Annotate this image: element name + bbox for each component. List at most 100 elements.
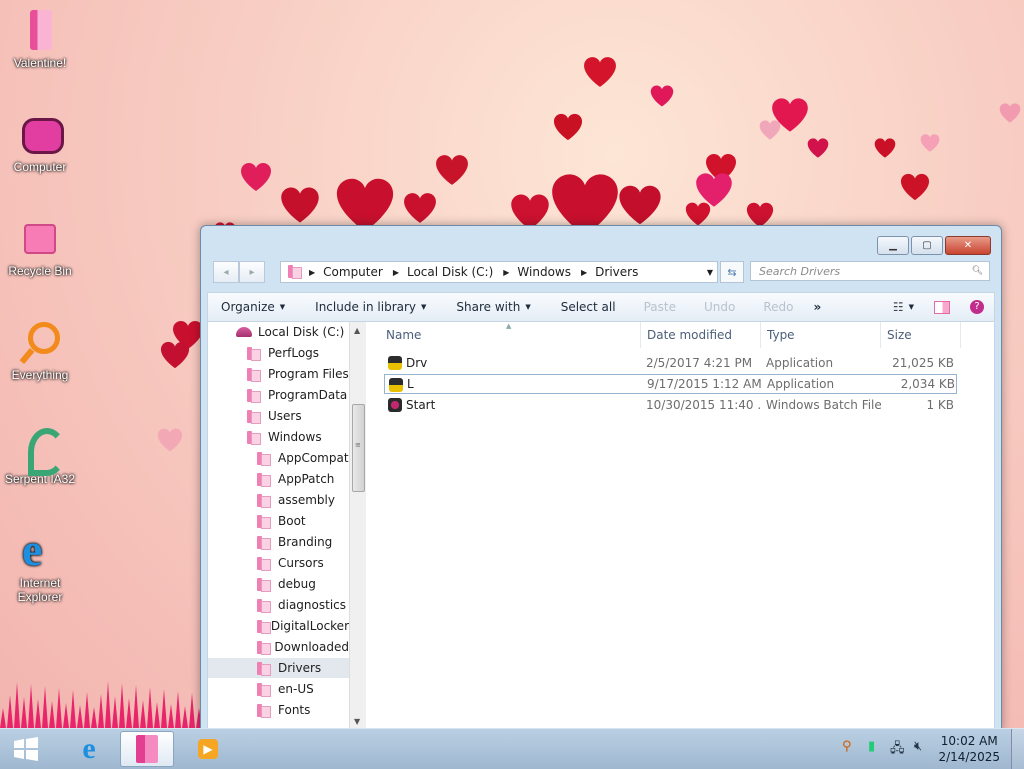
scroll-up-icon[interactable]: ▲ xyxy=(354,326,360,335)
file-size: 2,034 KB xyxy=(900,377,955,391)
file-row[interactable]: L 9/17/2015 1:12 AM Application 2,034 KB xyxy=(384,374,957,394)
select-all-button[interactable]: Select all xyxy=(551,300,626,314)
volume-muted-icon[interactable]: 🔇︎ xyxy=(914,739,922,754)
file-name: Start xyxy=(406,398,436,412)
maximize-button[interactable]: ▢ xyxy=(911,236,943,255)
tree-item[interactable]: assembly xyxy=(208,490,349,510)
change-view-button[interactable]: ☷ ▼ xyxy=(883,300,924,314)
breadcrumb-arrow-icon: ▶ xyxy=(309,267,316,277)
folder-icon xyxy=(256,493,271,508)
desktop-icon-label: Recycle Bin xyxy=(8,264,72,278)
network-icon[interactable]: 🖧︎ xyxy=(890,739,905,761)
media-player-icon: ▶ xyxy=(198,739,218,759)
command-bar: Organize ▼ Include in library ▼ Share with… xyxy=(207,292,995,322)
tree-item[interactable]: Windows xyxy=(208,427,349,447)
desktop-icon[interactable]: Valentine! xyxy=(4,8,76,70)
organize-button[interactable]: Organize ▼ xyxy=(208,300,295,314)
desktop-icon[interactable]: Computer xyxy=(4,112,76,174)
explorer-content: Local Disk (C:) PerfLogs Program Files Prog… xyxy=(207,321,995,731)
start-button[interactable] xyxy=(0,731,52,767)
tree-item[interactable]: en-US xyxy=(208,679,349,699)
heart-decoration xyxy=(160,340,190,370)
tree-item[interactable]: Users xyxy=(208,406,349,426)
tree-item[interactable]: Downloaded xyxy=(208,637,349,657)
paste-button[interactable]: Paste xyxy=(634,300,686,314)
undo-button[interactable]: Undo xyxy=(694,300,745,314)
tree-item[interactable]: Local Disk (C:) xyxy=(208,322,349,342)
breadcrumb-local-disk[interactable]: Local Disk (C:) xyxy=(407,265,493,279)
tree-item[interactable]: Fonts xyxy=(208,700,349,720)
navigation-bar: ◂ ▸ ▶ Computer ▶ Local Disk (C:) ▶ Windo… xyxy=(213,261,991,283)
tree-item[interactable]: diagnostics xyxy=(208,595,349,615)
folder-icon xyxy=(256,703,271,718)
tree-item[interactable]: Program Files xyxy=(208,364,349,384)
tree-item[interactable]: AppPatch xyxy=(208,469,349,489)
address-bar[interactable]: ▶ Computer ▶ Local Disk (C:) ▶ Windows ▶… xyxy=(280,261,718,283)
back-button[interactable]: ◂ xyxy=(213,261,239,283)
tree-item[interactable]: Branding xyxy=(208,532,349,552)
heart-decoration xyxy=(403,191,437,225)
scroll-down-icon[interactable]: ▼ xyxy=(354,717,360,726)
explorer-folder-icon xyxy=(136,735,158,763)
search-input[interactable]: Search Drivers 🔍︎ xyxy=(750,261,990,281)
close-button[interactable]: ✕ xyxy=(945,236,991,255)
include-in-library-button[interactable]: Include in library ▼ xyxy=(305,300,436,314)
safely-remove-hardware-icon[interactable]: ▮ xyxy=(868,739,875,754)
tree-item[interactable]: PerfLogs xyxy=(208,343,349,363)
taskbar-internet-explorer[interactable]: e xyxy=(62,731,116,767)
heart-decoration xyxy=(650,84,674,108)
breadcrumb-computer[interactable]: Computer xyxy=(323,265,383,279)
taskbar-windows-explorer[interactable] xyxy=(120,731,174,767)
tree-item-label: Drivers xyxy=(278,661,322,675)
folder-icon xyxy=(256,661,271,676)
everything-tray-icon[interactable]: ⚲ xyxy=(842,739,852,754)
preview-pane-button[interactable] xyxy=(924,300,960,314)
show-desktop-button[interactable] xyxy=(1011,729,1024,769)
breadcrumb-arrow-icon[interactable]: ▶ xyxy=(503,268,509,277)
scrollbar-thumb[interactable]: ≡ xyxy=(352,404,365,492)
tree-item[interactable]: DigitalLocker xyxy=(208,616,349,636)
refresh-icon: ⇆ xyxy=(727,265,737,279)
breadcrumb-windows[interactable]: Windows xyxy=(517,265,571,279)
breadcrumb-arrow-icon[interactable]: ▶ xyxy=(581,268,587,277)
file-row[interactable]: Start 10/30/2015 11:40 ... Windows Batch F… xyxy=(384,395,957,415)
window-controls: ▁ ▢ ✕ xyxy=(877,236,991,255)
tree-item[interactable]: Cursors xyxy=(208,553,349,573)
folder-icon xyxy=(256,451,271,466)
refresh-button[interactable]: ⇆ xyxy=(720,261,744,283)
more-commands-button[interactable]: » xyxy=(803,300,831,314)
column-header-size[interactable]: Size xyxy=(881,322,961,348)
tree-item[interactable]: Boot xyxy=(208,511,349,531)
breadcrumb-arrow-icon[interactable]: ▶ xyxy=(393,268,399,277)
address-dropdown-icon[interactable]: ▼ xyxy=(707,268,713,277)
desktop-icon[interactable]: Serpent IA32 xyxy=(4,424,76,486)
breadcrumb-drivers[interactable]: Drivers xyxy=(595,265,638,279)
forward-button[interactable]: ▸ xyxy=(239,261,265,283)
internet-explorer-icon: e xyxy=(82,732,96,765)
redo-button[interactable]: Redo xyxy=(753,300,803,314)
column-header-type[interactable]: Type xyxy=(761,322,881,348)
tree-item[interactable]: debug xyxy=(208,574,349,594)
tree-item[interactable]: AppCompat xyxy=(208,448,349,468)
desktop-icon[interactable]: e Internet Explorer xyxy=(4,527,76,605)
share-with-button[interactable]: Share with ▼ xyxy=(446,300,540,314)
column-header-date-modified[interactable]: Date modified xyxy=(641,322,761,348)
chevron-down-icon: ▼ xyxy=(279,303,286,311)
help-button[interactable]: ? xyxy=(960,300,994,314)
tree-item-label: Downloaded xyxy=(274,640,349,654)
explorer-window[interactable]: ▁ ▢ ✕ ◂ ▸ ▶ Computer ▶ Local Disk (C:) ▶… xyxy=(200,225,1002,732)
heart-decoration xyxy=(553,112,583,142)
search-icon[interactable]: 🔍︎ xyxy=(972,266,983,276)
tree-item[interactable]: ProgramData xyxy=(208,385,349,405)
column-header-name[interactable]: Name xyxy=(380,322,641,348)
system-clock[interactable]: 10:02 AM 2/14/2025 xyxy=(938,733,1000,765)
tree-item[interactable]: Drivers xyxy=(208,658,349,678)
desktop-icon[interactable]: Everything xyxy=(4,320,76,382)
navigation-pane-scrollbar[interactable]: ▲ ≡ ▼ xyxy=(349,322,366,730)
tree-item-label: Boot xyxy=(278,514,306,528)
taskbar-media-player[interactable]: ▶ xyxy=(181,731,235,767)
minimize-button[interactable]: ▁ xyxy=(877,236,909,255)
file-list: ▲ Name Date modified Type Size Drv 2/5/20… xyxy=(368,322,994,730)
file-row[interactable]: Drv 2/5/2017 4:21 PM Application 21,025 KB xyxy=(384,353,957,373)
desktop-icon[interactable]: Recycle Bin xyxy=(4,216,76,278)
